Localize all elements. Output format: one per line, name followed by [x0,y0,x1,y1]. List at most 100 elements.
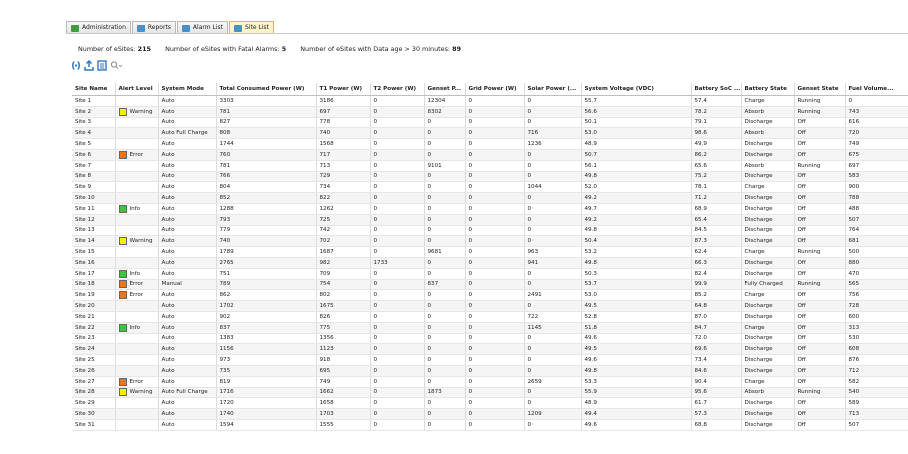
table-row[interactable]: Site 3 Auto 827 778 0 0 0 0 50.1 79.1 Discharge Off… [72,117,908,129]
refresh-button[interactable] [71,60,81,71]
column-header[interactable]: T2 Power (W) [370,83,425,96]
column-header[interactable]: Site Name [72,83,116,96]
table-cell: 49.4 [581,408,692,420]
table-row[interactable]: Site 30 Auto 1740 1703 0 0 0 1209 49.4 57.3 Discha… [72,408,908,420]
report-button[interactable] [97,59,107,71]
table-cell: 0 [465,311,525,323]
column-header[interactable]: System Voltage (VDC) [581,83,692,96]
column-header[interactable]: Genset State [794,83,846,96]
table-row[interactable]: Site 5 Auto 1744 1568 0 0 0 1236 48.9 49.9 Dischar… [72,138,908,150]
search-button[interactable] [110,60,122,71]
table-row[interactable]: Site 12 Auto 793 725 0 0 0 0 49.2 65.4 Discharge Of… [72,214,908,226]
table-row[interactable]: Site 24 Auto 1156 1123 0 0 0 0 49.5 69.6 Discharge… [72,343,908,356]
column-header[interactable]: Genset P... [424,83,466,96]
table-cell: Off [794,181,846,194]
table-cell: 0 [524,279,582,291]
table-cell: 963 [524,246,582,258]
table-row[interactable]: Site 16 Auto 2765 982 1733 0 0 941 49.8 66.3 Disch… [72,257,908,269]
table-row[interactable]: Site 21 Auto 902 826 0 0 0 722 52.8 87.0 Discharge… [72,311,908,323]
alert-level-text: Info [129,270,141,277]
table-cell: 837 [216,322,317,334]
column-header[interactable]: Battery SoC ... [691,83,742,96]
table-cell: 973 [216,354,317,366]
column-header[interactable]: Total Consumed Power (W) [216,83,317,96]
table-cell: 1044 [524,181,582,194]
table-cell: 0 [465,225,525,237]
site-list-icon [233,24,242,32]
table-cell: 582 [845,376,908,388]
table-row[interactable]: Site 7 Auto 781 713 0 9101 0 0 56.1 65.6 Absorb Run… [72,160,908,172]
table-cell: 9101 [424,160,466,172]
table-row[interactable]: Site 14 Warning Auto 740 702 0 0 0 0 50.4 87.3 Disc… [72,235,908,248]
table-cell: 49.5 [581,343,692,356]
table-cell: 500 [845,246,908,258]
table-cell: Auto [158,343,217,356]
column-header[interactable]: Fuel Volume... [845,83,908,96]
table-row[interactable]: Site 1 Auto 3303 3186 0 12304 0 0 55.7 57.4 Charge… [72,95,908,107]
column-header[interactable]: T1 Power (W) [316,83,371,96]
table-cell: 793 [216,214,317,226]
table-cell: 540 [845,387,908,399]
table-row[interactable]: Site 25 Auto 973 918 0 0 0 0 49.6 73.4 Discharge Of… [72,354,908,366]
table-cell: Site 5 [72,138,116,150]
table-row[interactable]: Site 22 Info Auto 837 775 0 0 0 1145 51.8 84.7 Char… [72,322,908,334]
table-row[interactable]: Site 8 Auto 766 729 0 0 0 0 49.8 75.2 Discharge Off… [72,171,908,183]
table-cell: 1555 [316,419,371,431]
table-row[interactable]: Site 19 Error Auto 862 802 0 0 0 2491 53.0 85.2 Cha… [72,289,908,302]
table-cell: 716 [524,127,582,140]
alert-level-icon [118,107,127,116]
table-cell: Off [794,117,846,129]
table-cell: Auto [158,203,217,215]
table-cell: 49.9 [691,138,742,150]
table-row[interactable]: Site 2 Warning Auto 781 697 0 8302 0 0 56.6 78.2 Ab… [72,106,908,118]
column-header[interactable]: Grid Power (W) [465,83,525,96]
tab-bar: Administration Reports Alarm List Site L… [66,20,275,34]
table-cell: 852 [216,192,317,204]
table-cell: 1209 [524,408,582,420]
table-row[interactable]: Site 26 Auto 735 695 0 0 0 0 49.8 84.6 Discharge Of… [72,365,908,377]
table-cell: 0 [465,149,525,161]
table-cell: Warning [115,235,159,248]
table-row[interactable]: Site 11 Info Auto 1288 1262 0 0 0 0 49.7 68.9 Disch… [72,203,908,215]
table-cell: Site 22 [72,322,116,334]
alert-level-icon [118,269,127,278]
table-cell: 0 [465,408,525,420]
table-row[interactable]: Site 29 Auto 1720 1658 0 0 0 0 48.9 61.7 Discharge… [72,397,908,410]
column-header[interactable]: Solar Power (... [524,83,582,96]
table-cell: 0 [424,300,466,312]
table-cell: 84.5 [691,225,742,237]
table-row[interactable]: Site 9 Auto 804 734 0 0 0 1044 52.0 78.1 Charge Off… [72,181,908,194]
table-row[interactable]: Site 6 Error Auto 760 717 0 0 0 0 50.7 86.2 Dischar… [72,149,908,161]
table-cell: Warning [115,106,159,118]
table-row[interactable]: Site 15 Auto 1789 1687 0 9681 0 963 53.2 62.4 Char… [72,246,908,258]
table-row[interactable]: Site 18 Error Manual 789 754 0 837 0 0 53.7 99.9 Fu… [72,279,908,291]
table-row[interactable]: Site 13 Auto 779 742 0 0 0 0 49.8 84.5 Discharge Of… [72,225,908,237]
table-cell: 0 [465,203,525,215]
table-cell: Discharge [741,333,795,345]
export-button[interactable] [84,59,94,71]
column-header[interactable]: System Mode [158,83,217,96]
table-cell: 84.7 [691,322,742,334]
table-cell: Site 7 [72,160,116,172]
table-cell: 827 [216,117,317,129]
table-cell: Auto Full Charge [158,127,217,140]
table-row[interactable]: Site 23 Auto 1383 1356 0 0 0 0 49.6 72.0 Discharge… [72,333,908,345]
table-cell: 0 [370,149,425,161]
column-header[interactable]: Alert Level [115,83,159,96]
table-row[interactable]: Site 20 Auto 1702 1675 0 0 0 0 49.5 64.8 Discharge… [72,300,908,312]
table-cell: 78.2 [691,106,742,118]
table-row[interactable]: Site 17 Info Auto 751 709 0 0 0 0 50.3 82.4 Dischar… [72,268,908,280]
table-cell: Auto [158,235,217,248]
column-header[interactable]: Battery State [741,83,795,96]
table-cell: Off [794,225,846,237]
table-cell: 713 [316,160,371,172]
table-row[interactable]: Site 31 Auto 1594 1555 0 0 0 0 49.6 68.8 Discharge… [72,419,908,431]
table-row[interactable]: Site 28 Warning Auto Full Charge 1716 1662 0 1… [72,387,908,399]
table-row[interactable]: Site 27 Error Auto 819 749 0 0 0 2659 53.3 90.4 Cha… [72,376,908,388]
table-row[interactable]: Site 4 Auto Full Charge 808 740 0 0 0 716 53.0 98… [72,127,908,140]
table-cell: Site 18 [72,279,116,291]
table-cell: 681 [845,235,908,248]
table-cell: Site 15 [72,246,116,258]
table-cell: 52.8 [581,311,692,323]
table-row[interactable]: Site 10 Auto 852 822 0 0 0 0 49.2 71.2 Discharge Of… [72,192,908,204]
